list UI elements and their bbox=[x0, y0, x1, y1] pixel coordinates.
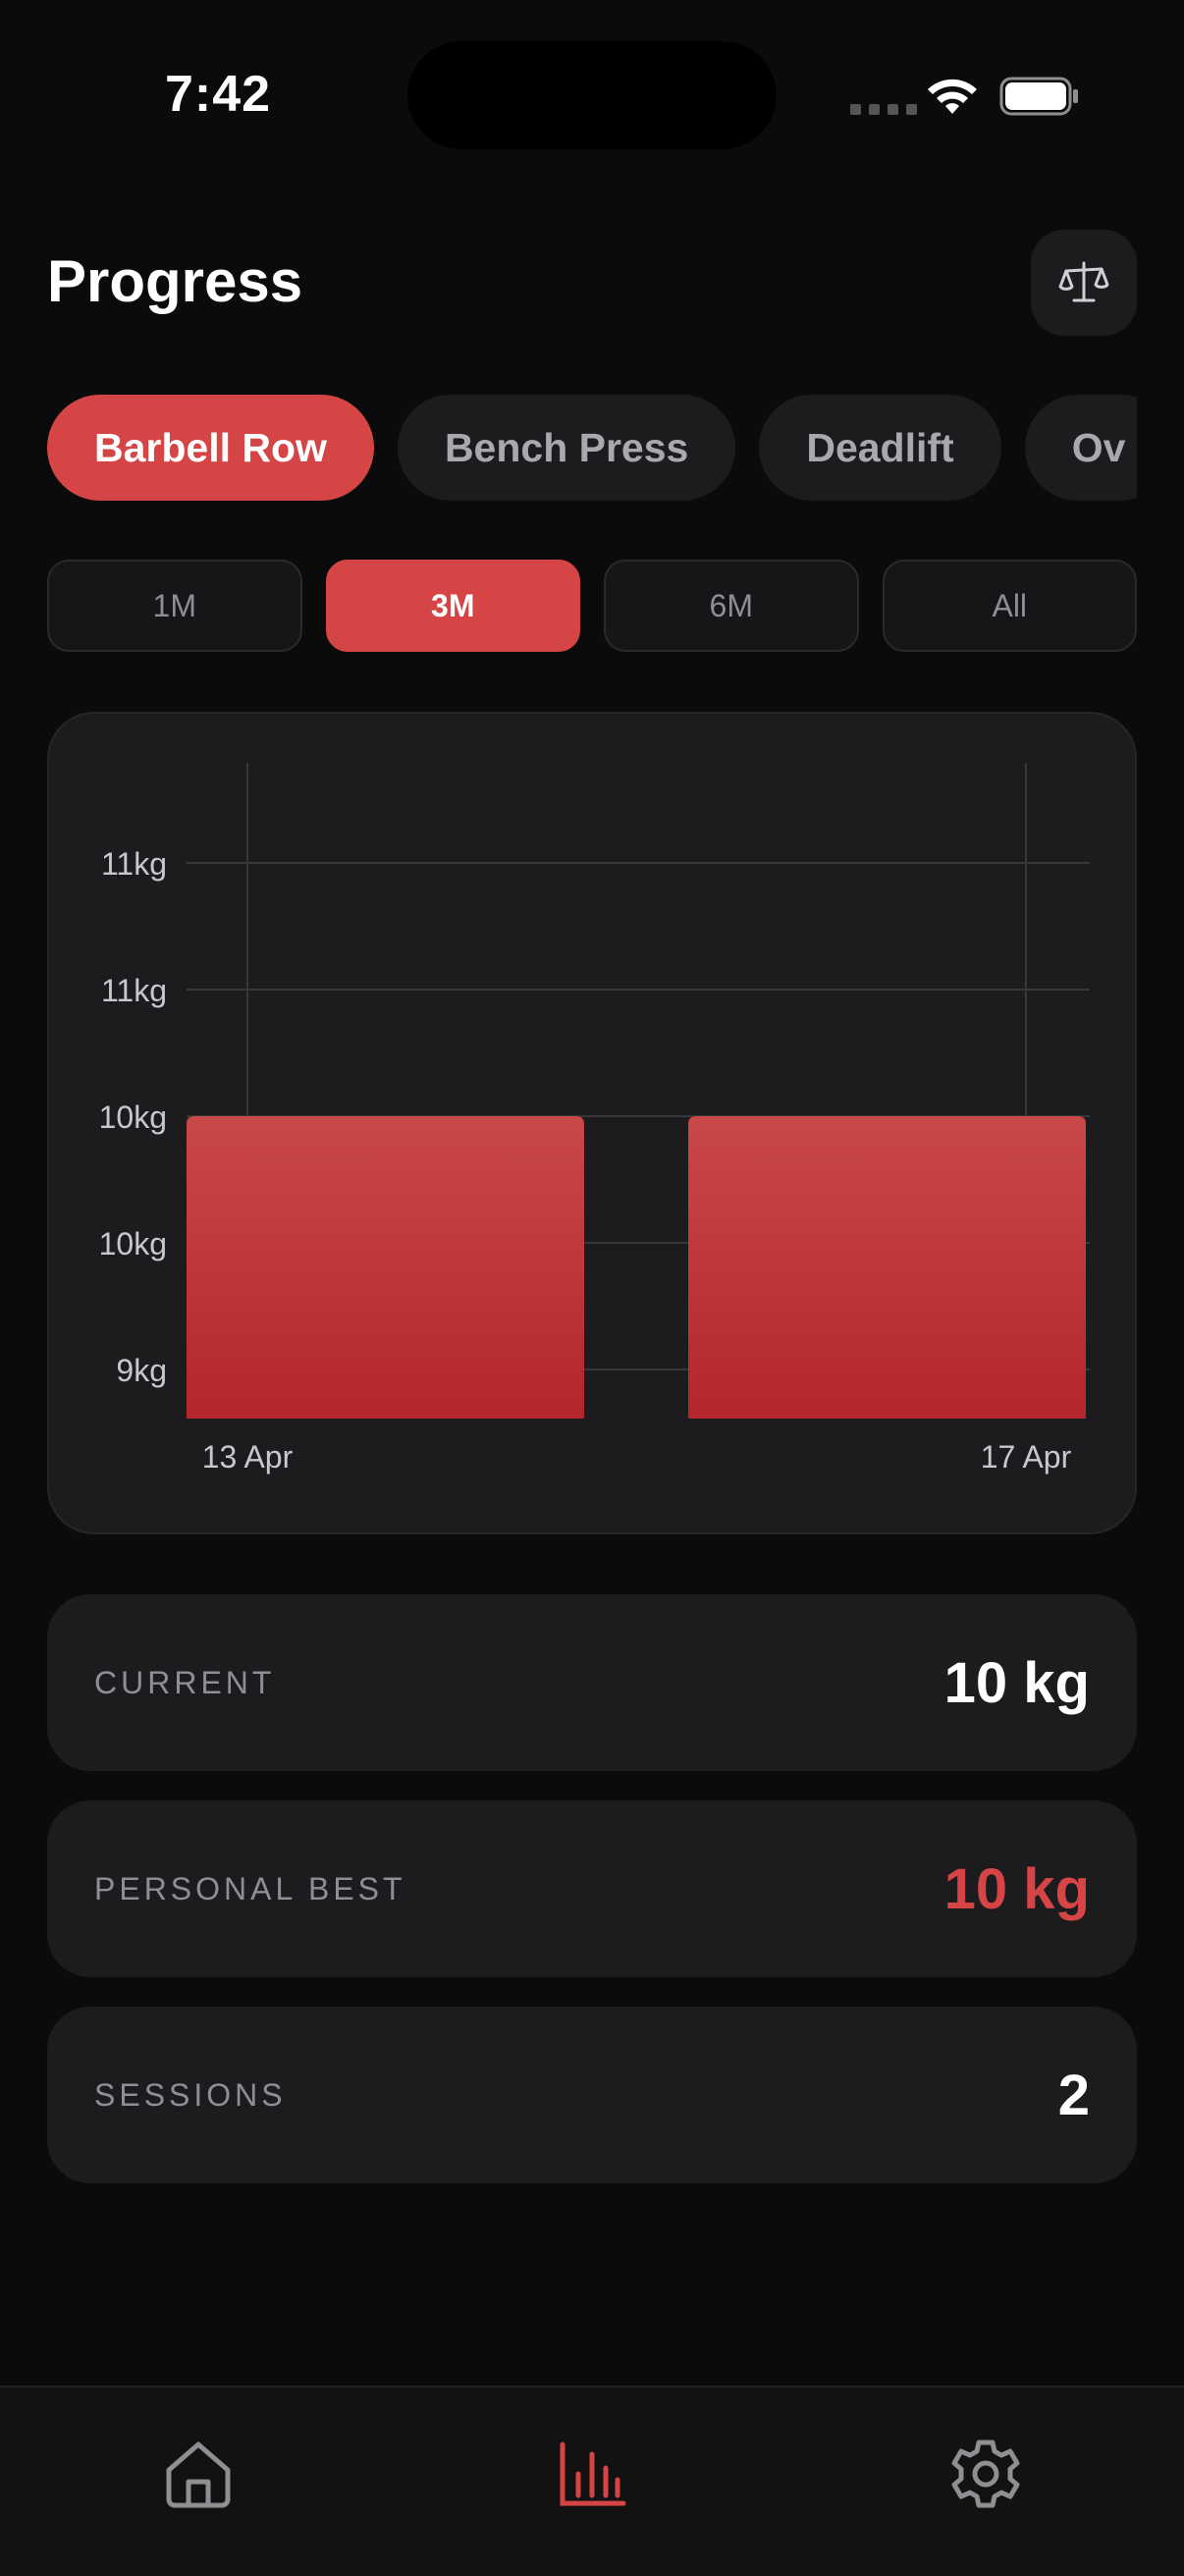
y-tick-label: 10kg bbox=[99, 1226, 167, 1261]
dynamic-island bbox=[407, 41, 777, 149]
body-weight-button[interactable] bbox=[1031, 230, 1137, 336]
y-tick-label: 11kg bbox=[101, 846, 167, 882]
stat-current: CURRENT 10 kg bbox=[47, 1594, 1137, 1771]
progress-chart: 11kg 11kg 10kg 10kg 9kg 13 Apr 17 Apr bbox=[47, 712, 1137, 1534]
chart-svg: 11kg 11kg 10kg 10kg 9kg 13 Apr 17 Apr bbox=[99, 763, 1090, 1475]
signal-icon bbox=[850, 104, 917, 115]
x-tick-label: 17 Apr bbox=[981, 1439, 1072, 1475]
y-tick-label: 11kg bbox=[101, 973, 167, 1008]
stat-label: SESSIONS bbox=[94, 2076, 287, 2113]
bar bbox=[187, 1116, 584, 1419]
stat-sessions: SESSIONS 2 bbox=[47, 2007, 1137, 2183]
range-6m[interactable]: 6M bbox=[604, 560, 859, 652]
range-3m[interactable]: 3M bbox=[325, 560, 580, 652]
range-selector: 1M 3M 6M All bbox=[47, 560, 1137, 652]
exercise-chip-deadlift[interactable]: Deadlift bbox=[759, 395, 1001, 501]
chip-label: Deadlift bbox=[806, 424, 954, 470]
chip-label: Barbell Row bbox=[94, 424, 327, 470]
range-1m[interactable]: 1M bbox=[47, 560, 302, 652]
bar bbox=[688, 1116, 1086, 1419]
stat-value: 10 kg bbox=[943, 1856, 1090, 1921]
exercise-selector: Barbell Row Bench Press Deadlift Ov bbox=[47, 395, 1137, 503]
exercise-chip-overhead[interactable]: Ov bbox=[1024, 395, 1137, 501]
stat-value: 10 kg bbox=[943, 1650, 1090, 1715]
gear-icon[interactable] bbox=[948, 2437, 1023, 2511]
status-time: 7:42 bbox=[165, 66, 272, 123]
chip-label: Ov bbox=[1071, 424, 1126, 470]
exercise-chip-bench-press[interactable]: Bench Press bbox=[397, 395, 736, 501]
battery-icon bbox=[999, 77, 1078, 116]
range-all[interactable]: All bbox=[882, 560, 1137, 652]
stat-personal-best: PERSONAL BEST 10 kg bbox=[47, 1800, 1137, 1977]
chip-label: Bench Press bbox=[444, 424, 689, 470]
chart-icon[interactable] bbox=[555, 2437, 629, 2511]
stat-value: 2 bbox=[1057, 2063, 1090, 2127]
stat-label: PERSONAL BEST bbox=[94, 1870, 406, 1906]
scale-icon bbox=[1058, 261, 1109, 302]
x-tick-label: 13 Apr bbox=[202, 1439, 294, 1475]
page-title: Progress bbox=[47, 248, 303, 314]
exercise-chip-barbell-row[interactable]: Barbell Row bbox=[47, 395, 374, 501]
stat-label: CURRENT bbox=[94, 1664, 276, 1700]
home-icon[interactable] bbox=[161, 2437, 236, 2511]
y-tick-label: 9kg bbox=[116, 1353, 167, 1388]
wifi-icon bbox=[928, 79, 977, 114]
tab-bar bbox=[0, 2386, 1184, 2576]
y-tick-label: 10kg bbox=[99, 1100, 167, 1135]
